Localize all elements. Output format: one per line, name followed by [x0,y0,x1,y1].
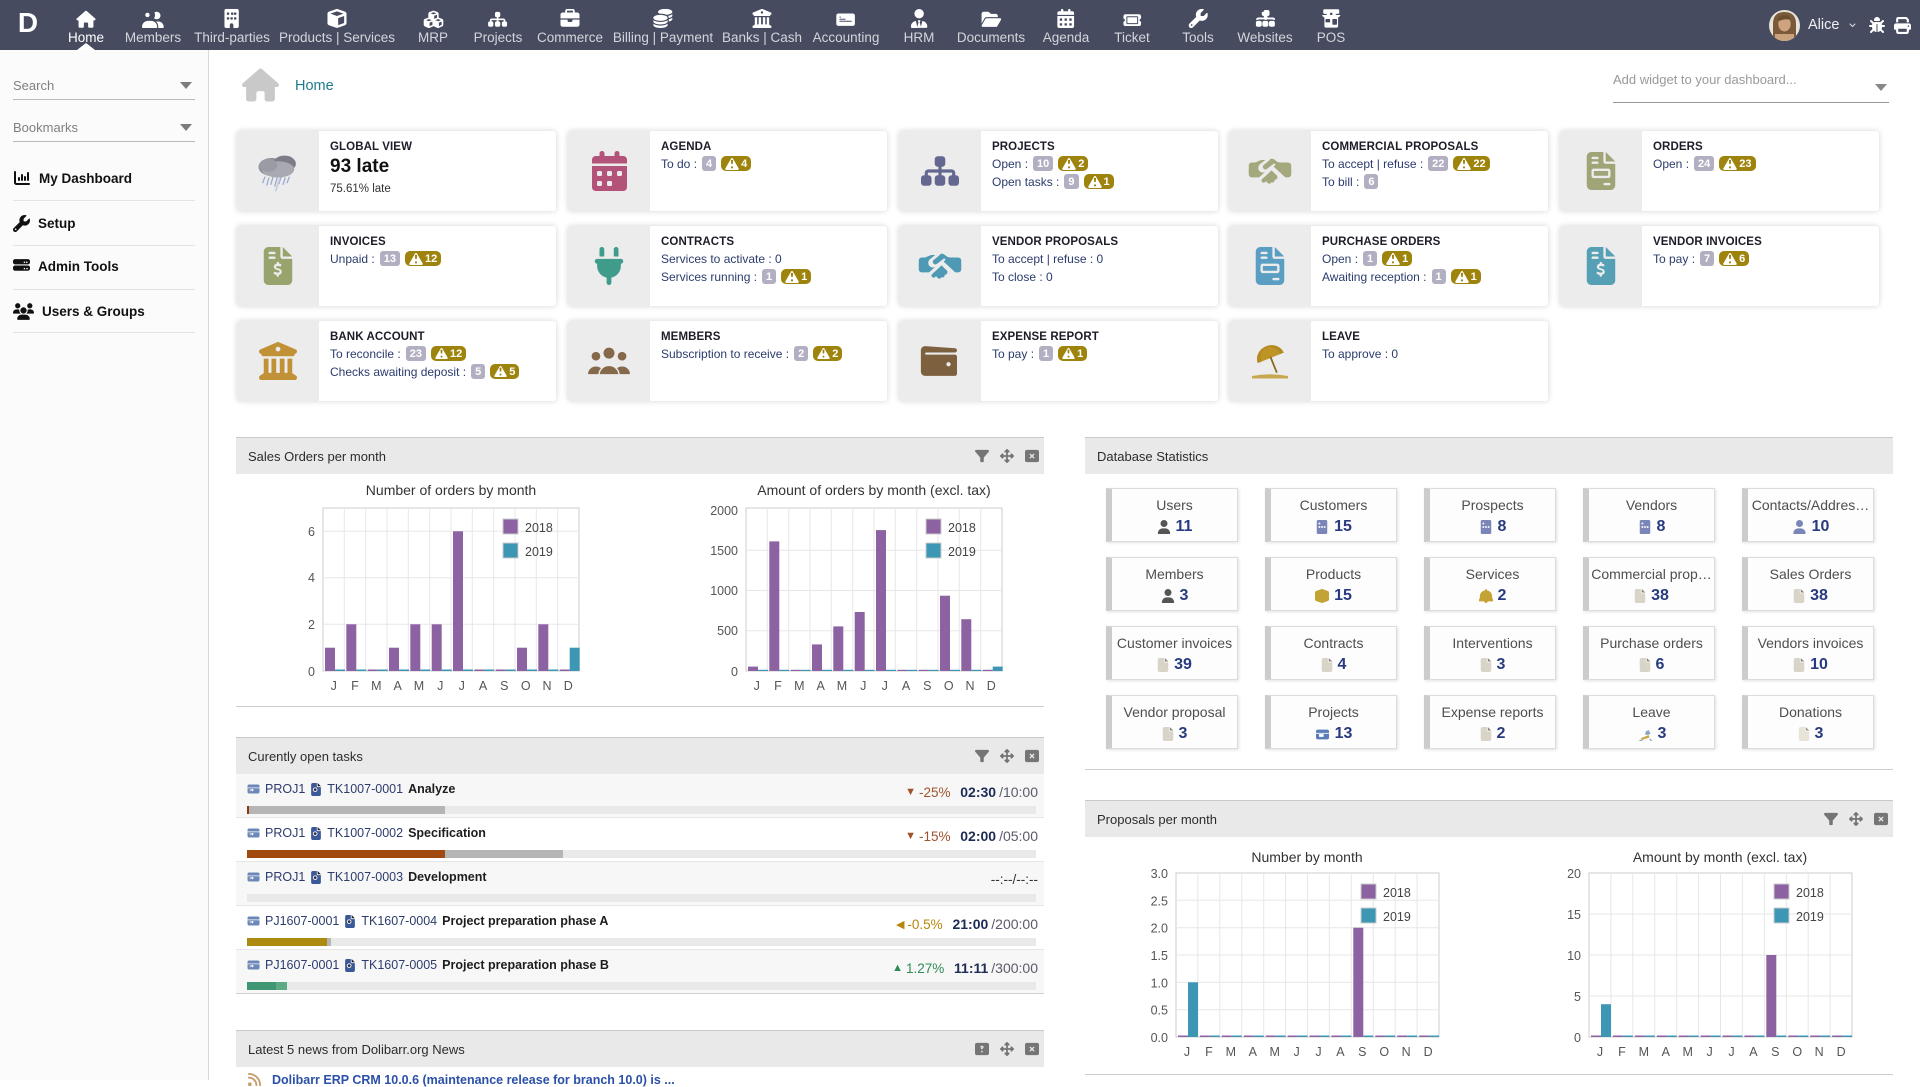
svg-text:2019: 2019 [1383,910,1411,924]
svg-text:2018: 2018 [525,521,553,535]
svg-text:D: D [564,679,573,693]
svg-text:J: J [882,679,888,693]
svg-text:0.5: 0.5 [1151,1004,1168,1018]
svg-text:2018: 2018 [1383,886,1411,900]
svg-text:A: A [479,679,488,693]
svg-text:F: F [774,679,782,693]
svg-text:A: A [1249,1045,1258,1059]
svg-text:J: J [1315,1045,1321,1059]
svg-text:S: S [1771,1045,1779,1059]
svg-text:10: 10 [1567,949,1581,963]
svg-text:J: J [459,679,465,693]
svg-text:F: F [351,679,359,693]
svg-text:3.0: 3.0 [1151,867,1168,881]
svg-text:A: A [902,679,911,693]
svg-text:M: M [1226,1045,1236,1059]
svg-text:Number by month: Number by month [1251,849,1362,865]
svg-text:20: 20 [1567,867,1581,881]
svg-text:O: O [1792,1045,1802,1059]
svg-text:0: 0 [308,665,315,679]
svg-text:2.5: 2.5 [1151,894,1168,908]
svg-text:Number of orders by month: Number of orders by month [366,482,536,498]
svg-text:0: 0 [731,665,738,679]
svg-text:F: F [1618,1045,1626,1059]
svg-text:A: A [394,679,403,693]
svg-text:A: A [1336,1045,1345,1059]
svg-text:0.0: 0.0 [1151,1031,1168,1045]
svg-text:J: J [437,679,443,693]
svg-text:6: 6 [308,525,315,539]
svg-text:2000: 2000 [710,504,738,518]
svg-text:M: M [837,679,847,693]
svg-text:2018: 2018 [948,521,976,535]
svg-text:2.0: 2.0 [1151,922,1168,936]
svg-text:J: J [1728,1045,1734,1059]
svg-text:J: J [754,679,760,693]
svg-text:J: J [331,679,337,693]
svg-text:2019: 2019 [1796,910,1824,924]
svg-text:1000: 1000 [710,584,738,598]
svg-text:D: D [1837,1045,1846,1059]
svg-text:Amount by month (excl. tax): Amount by month (excl. tax) [1633,849,1807,865]
svg-text:M: M [414,679,424,693]
svg-text:M: M [1269,1045,1279,1059]
svg-text:2: 2 [308,618,315,632]
svg-text:J: J [1597,1045,1603,1059]
svg-text:1.5: 1.5 [1151,949,1168,963]
svg-text:S: S [923,679,931,693]
svg-text:A: A [817,679,826,693]
svg-text:M: M [371,679,381,693]
svg-text:J: J [1293,1045,1299,1059]
svg-text:5: 5 [1574,990,1581,1004]
svg-text:500: 500 [717,624,738,638]
svg-text:M: M [1639,1045,1649,1059]
svg-text:0: 0 [1574,1031,1581,1045]
svg-text:D: D [1424,1045,1433,1059]
svg-text:J: J [1706,1045,1712,1059]
svg-text:J: J [860,679,866,693]
svg-text:N: N [965,679,974,693]
svg-text:M: M [794,679,804,693]
svg-text:O: O [521,679,531,693]
svg-text:N: N [1815,1045,1824,1059]
svg-text:F: F [1205,1045,1213,1059]
svg-text:S: S [500,679,508,693]
svg-text:1500: 1500 [710,544,738,558]
svg-text:Amount of orders by month (exc: Amount of orders by month (excl. tax) [757,482,990,498]
svg-text:O: O [1379,1045,1389,1059]
svg-text:N: N [542,679,551,693]
svg-text:15: 15 [1567,908,1581,922]
svg-text:1.0: 1.0 [1151,976,1168,990]
svg-text:O: O [944,679,954,693]
svg-text:A: A [1749,1045,1758,1059]
svg-text:S: S [1358,1045,1366,1059]
svg-text:A: A [1662,1045,1671,1059]
svg-text:J: J [1184,1045,1190,1059]
svg-text:2018: 2018 [1796,886,1824,900]
svg-text:N: N [1402,1045,1411,1059]
svg-text:D: D [987,679,996,693]
svg-text:2019: 2019 [948,545,976,559]
svg-text:2019: 2019 [525,545,553,559]
svg-text:4: 4 [308,571,315,585]
svg-text:M: M [1682,1045,1692,1059]
